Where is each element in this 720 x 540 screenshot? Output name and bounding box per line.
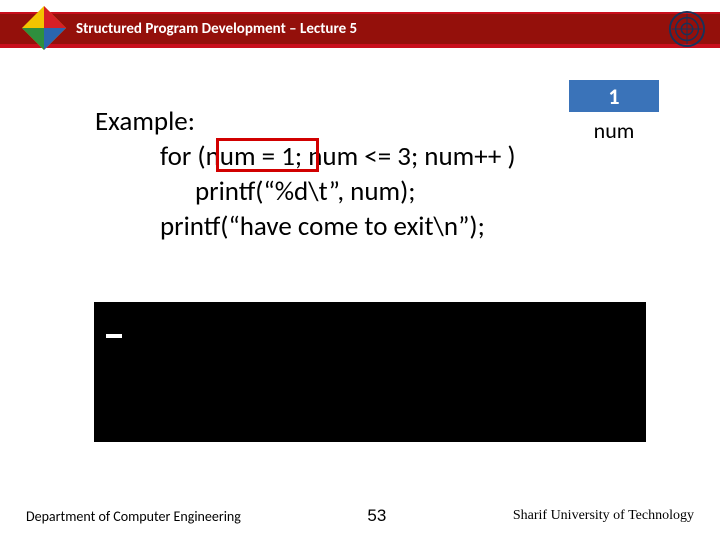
- code-line-printf2: printf(“have come to exit\n”);: [160, 210, 485, 243]
- cursor-icon: [106, 334, 122, 338]
- footer-department: Department of Computer Engineering: [26, 508, 241, 525]
- console-output: [94, 302, 646, 442]
- variable-value-box: 1: [569, 80, 659, 112]
- variable-label: num: [569, 117, 659, 144]
- puzzle-logo-icon: [20, 4, 68, 52]
- university-seal-icon: [668, 10, 706, 48]
- header: Structured Program Development – Lecture…: [76, 14, 357, 44]
- footer-university: Sharif University of Technology: [513, 508, 694, 524]
- variable-value: 1: [608, 83, 619, 110]
- highlight-box: [216, 138, 319, 172]
- code-line-printf1: printf(“%d\t”, num);: [195, 175, 416, 208]
- example-heading: Example:: [95, 105, 195, 138]
- slide: Structured Program Development – Lecture…: [0, 0, 720, 540]
- code-line-for: for (num = 1; num <= 3; num++ ): [160, 140, 516, 173]
- slide-number: 53: [367, 506, 386, 526]
- footer: Department of Computer Engineering 53 Sh…: [0, 506, 720, 526]
- lecture-title: Structured Program Development – Lecture…: [76, 20, 357, 38]
